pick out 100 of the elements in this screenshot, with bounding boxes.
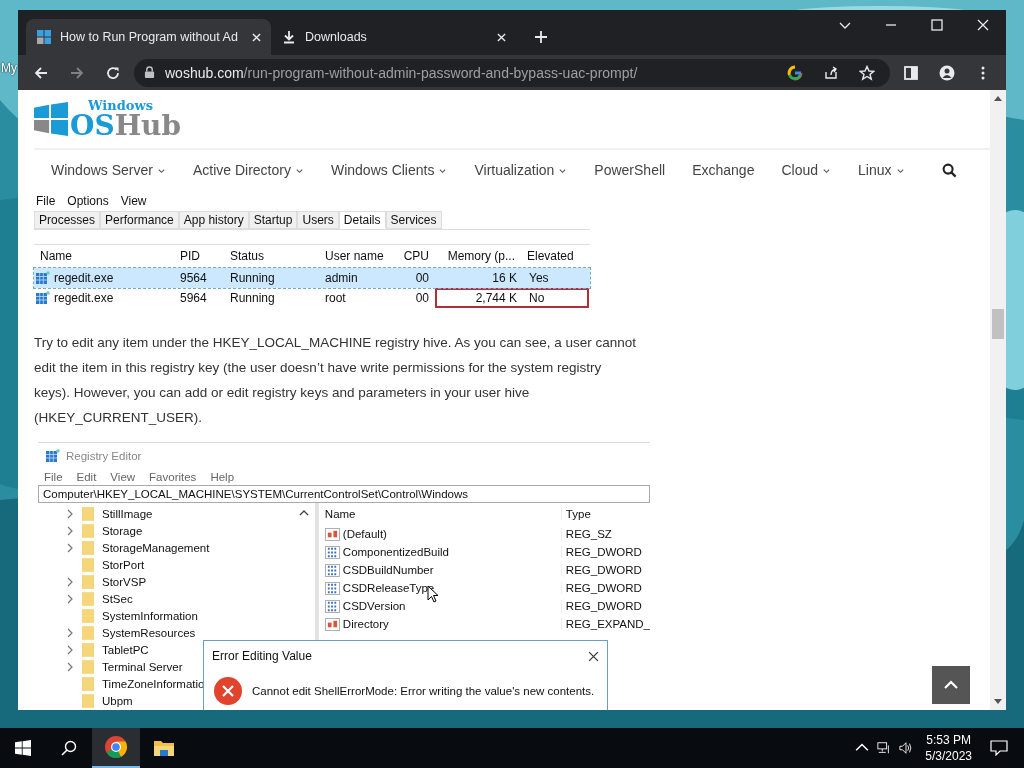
folder-icon [82, 556, 94, 573]
tab[interactable]: App history [178, 211, 249, 229]
nav-menu-item[interactable]: Cloud [781, 162, 832, 178]
tree-item[interactable]: StorageManagement [102, 541, 210, 554]
address-field[interactable]: Computer\HKEY_LOCAL_MACHINE\SYSTEM\CurrentControlSet\Control\Windows [38, 485, 650, 503]
tab[interactable]: Performance [100, 211, 179, 229]
scrollbar[interactable] [990, 90, 1006, 710]
tree-item[interactable]: SystemInformation [102, 609, 198, 622]
new-tab-icon[interactable] [534, 30, 548, 44]
folder-icon [82, 522, 94, 539]
scroll-up-icon[interactable] [298, 509, 309, 517]
download-icon [281, 29, 297, 45]
table-cell: regedit.exe [54, 291, 114, 305]
value-name[interactable]: CSDVersion [342, 600, 406, 612]
table-cell-text: No [528, 291, 546, 305]
folder-icon [82, 607, 94, 624]
browser-tab[interactable]: How to Run Program without Ad [26, 19, 271, 55]
folder-icon [82, 539, 94, 556]
value-name[interactable]: CSDReleaseType [342, 582, 435, 594]
tree-item[interactable]: SystemResources [102, 626, 196, 639]
article-paragraph: Try to edit any item under the HKEY_LOCAL_MACHINE registry hive. As you can see, a user cannot edit the item in this registry key (the user doesn’t have write permissions for the system registry keys). However, you can add or edit registry keys and parameters in your user hive (HKEY_CURRENT_USER). [34, 334, 638, 427]
column-header[interactable]: Elevated [521, 249, 585, 263]
folder-icon [82, 590, 94, 607]
binary-value-icon [324, 581, 340, 595]
table-cell-text: Running [229, 291, 276, 305]
maximize-icon[interactable] [930, 17, 944, 32]
folder-icon [82, 573, 94, 590]
scroll-down-icon[interactable] [994, 699, 1002, 705]
value-type: REG_DWORD [560, 564, 642, 576]
clock-time[interactable]: 5:53 PM [926, 732, 971, 748]
tree-item[interactable]: TabletPC [102, 643, 149, 656]
string-value-icon [324, 617, 340, 631]
scrollbar-thumb[interactable] [992, 309, 1004, 339]
menu-item[interactable]: File [44, 471, 63, 483]
folder-icon [82, 692, 94, 709]
column-header[interactable]: Memory (p... [435, 249, 521, 263]
table-cell-text: 00 [414, 291, 430, 305]
tree-item[interactable]: StorVSP [102, 575, 147, 588]
scroll-up-icon[interactable] [994, 95, 1002, 101]
table-row[interactable]: regedit.exe 5964 Running root 00 2,744 K No [34, 288, 590, 308]
address-field[interactable]: woshub.com/run-program-without-admin-password-and-bypass-uac-prompt/ [134, 58, 890, 87]
value-name[interactable]: Directory [342, 618, 389, 630]
value-name[interactable]: ComponentizedBuild [342, 546, 449, 558]
tab[interactable]: Users [297, 211, 339, 229]
nav-menu-item[interactable]: Windows Clients [330, 162, 448, 178]
menu-item[interactable]: View [110, 471, 136, 483]
value-type: REG_DWORD [560, 582, 642, 594]
column-header[interactable]: CPU [397, 249, 435, 263]
tab[interactable]: Services [385, 211, 442, 229]
nav-menu-item[interactable]: Windows Server [51, 162, 166, 178]
column-header[interactable]: Name [324, 508, 561, 520]
registry-icon [46, 449, 60, 463]
table-row[interactable]: regedit.exe 9564 Running admin 00 16 K Yes [34, 268, 590, 288]
tree-item[interactable]: StillImage [102, 507, 153, 520]
back-to-top-button[interactable] [932, 666, 970, 704]
close-icon[interactable] [588, 650, 599, 662]
value-type: REG_DWORD [560, 600, 642, 612]
value-name[interactable]: (Default) [342, 528, 387, 540]
tab[interactable]: Details [338, 211, 386, 229]
logo-title: OSHub [70, 111, 181, 140]
table-cell-text: admin [324, 271, 359, 285]
tree-item[interactable]: StSec [102, 592, 133, 605]
value-name[interactable]: CSDBuildNumber [342, 564, 434, 576]
column-header[interactable]: User name [319, 249, 397, 263]
menu-item[interactable]: Edit [76, 471, 97, 483]
menu-item[interactable]: View [120, 194, 147, 208]
menu-item[interactable]: Favorites [149, 471, 197, 483]
tab[interactable]: Startup [248, 211, 298, 229]
folder-icon [82, 641, 94, 658]
clock-date[interactable]: 5/3/2023 [925, 748, 972, 764]
table-cell-text: root [324, 291, 347, 305]
tree-item[interactable]: Storage [102, 524, 143, 537]
nav-menu-item[interactable]: Linux [858, 162, 905, 178]
nav-menu-item[interactable]: PowerShell [594, 162, 666, 178]
table-cell-text: Yes [528, 271, 550, 285]
value-type: REG_EXPAND_ [560, 618, 650, 630]
tree-item[interactable]: TimeZoneInformatio [102, 677, 205, 690]
column-header[interactable]: Name [34, 249, 174, 263]
tree-item[interactable]: Ubpm [102, 694, 133, 707]
tab[interactable]: Processes [34, 211, 101, 229]
nav-menu-item[interactable]: Exchange [692, 162, 755, 178]
url-text: woshub.com/run-program-without-admin-password-and-bypass-uac-prompt/ [165, 64, 638, 81]
tree-item[interactable]: StorPort [102, 558, 145, 571]
value-type: REG_SZ [560, 528, 612, 540]
nav-menu-item[interactable]: Active Directory [192, 162, 304, 178]
error-message: Cannot edit ShellErrorMode: Error writing the value's new contents. [252, 685, 595, 697]
menu-item[interactable]: Help [210, 471, 235, 483]
browser-tab[interactable]: Downloads [271, 19, 516, 55]
table-cell-text: 2,744 K [474, 291, 518, 305]
menu-item[interactable]: File [36, 194, 56, 208]
folder-icon [82, 658, 94, 675]
search-icon[interactable] [941, 162, 957, 178]
nav-menu-item[interactable]: Virtualization [474, 162, 568, 178]
tree-item[interactable]: Terminal Server [102, 660, 183, 673]
column-header[interactable]: PID [174, 249, 224, 263]
logo-text: Windows [88, 98, 155, 112]
taskbar-app[interactable] [92, 728, 140, 768]
menu-item[interactable]: Options [67, 194, 109, 208]
column-header[interactable]: Status [224, 249, 319, 263]
column-header[interactable]: Type [560, 508, 591, 520]
